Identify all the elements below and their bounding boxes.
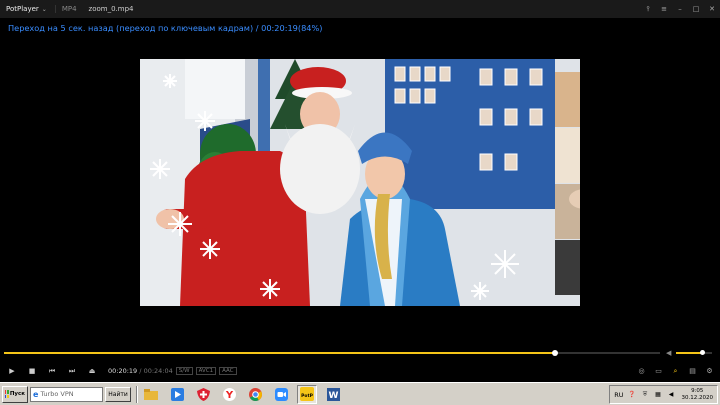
previous-icon[interactable]: ⏮ — [42, 363, 62, 379]
stop-icon[interactable]: ■ — [22, 363, 42, 379]
close-icon[interactable]: ✕ — [708, 5, 716, 13]
next-icon[interactable]: ⏭ — [62, 363, 82, 379]
seek-handle[interactable] — [552, 350, 559, 356]
media-player-icon[interactable] — [167, 385, 187, 404]
search-input[interactable]: e Turbo VPN — [30, 386, 103, 402]
playback-controls: ▶ ■ ⏮ ⏭ ⏏ 00:20:19 / 00:24:04 S/W AVC1 A… — [0, 362, 720, 380]
shield-icon[interactable]: ⛨ — [641, 390, 650, 399]
video-frame[interactable] — [140, 59, 580, 306]
3d-icon[interactable]: ◎ — [635, 365, 648, 378]
zoom-icon[interactable] — [271, 385, 291, 404]
file-name: zoom_0.mp4 — [88, 5, 134, 13]
volume-handle[interactable] — [699, 350, 705, 355]
volume-tray-icon[interactable]: ◀ — [667, 390, 676, 399]
chrome-icon[interactable] — [245, 385, 265, 404]
settings-icon[interactable]: ⚙ — [703, 365, 716, 378]
antivirus-icon[interactable] — [193, 385, 213, 404]
current-time: 00:20:19 — [108, 367, 138, 375]
help-icon[interactable]: ❓ — [628, 390, 637, 399]
windows-logo-icon — [5, 390, 9, 398]
yandex-browser-icon[interactable]: Y — [219, 385, 239, 404]
video-content — [140, 59, 580, 306]
taskbar-divider — [136, 385, 138, 403]
volume-track[interactable] — [676, 350, 712, 355]
file-explorer-icon[interactable] — [141, 385, 161, 404]
minimize-icon[interactable]: – — [676, 5, 684, 13]
system-tray: RU ❓ ⛨ ▦ ◀ 9:05 30.12.2020 — [609, 385, 718, 404]
network-icon[interactable]: ▦ — [654, 390, 663, 399]
chevron-down-icon: ⌄ — [41, 5, 47, 13]
svg-text:Y: Y — [224, 390, 233, 401]
language-indicator[interactable]: RU — [614, 391, 623, 399]
potplayer-icon[interactable]: PotP — [297, 384, 317, 404]
eject-icon[interactable]: ⏏ — [82, 363, 102, 379]
app-name: PotPlayer — [6, 5, 39, 13]
potplayer-window: PotPlayer ⌄ MP4 zoom_0.mp4 ⫯ ≡ – □ ✕ Пер… — [0, 0, 720, 405]
word-icon[interactable]: W — [323, 385, 343, 404]
start-button[interactable]: Пуск — [2, 385, 28, 403]
audio-codec-badge[interactable]: AAC — [219, 367, 237, 375]
right-controls: ◎ ▭ ⌕ ▤ ⚙ — [635, 362, 716, 380]
seek-progress — [4, 352, 556, 354]
speaker-icon[interactable]: ◀ — [666, 349, 671, 357]
video-codec-badge[interactable]: AVC1 — [195, 367, 217, 375]
maximize-icon[interactable]: □ — [692, 5, 700, 13]
search-placeholder: Turbo VPN — [40, 390, 74, 398]
renderer-badge[interactable]: S/W — [175, 367, 193, 375]
title-bar: PotPlayer ⌄ MP4 zoom_0.mp4 ⫯ ≡ – □ ✕ — [0, 0, 720, 18]
seek-track[interactable] — [4, 350, 660, 356]
app-menu-button[interactable]: PotPlayer ⌄ — [0, 5, 53, 13]
play-icon[interactable]: ▶ — [2, 363, 22, 379]
taskbar: Пуск e Turbo VPN Найти Y PotP W RU ❓ ⛨ ▦… — [0, 382, 720, 405]
duration: 00:24:04 — [143, 367, 173, 375]
volume-level — [676, 352, 702, 354]
osd-message: Переход на 5 сек. назад (переход по ключ… — [8, 23, 323, 33]
subtitle-icon[interactable]: ▭ — [652, 365, 665, 378]
window-controls: ⫯ ≡ – □ ✕ — [644, 0, 716, 18]
word-label: W — [328, 391, 338, 401]
playlist-icon[interactable]: ▤ — [686, 365, 699, 378]
find-button[interactable]: Найти — [105, 386, 131, 402]
clock-date: 30.12.2020 — [681, 394, 714, 401]
ie-icon: e — [33, 389, 39, 399]
search-icon[interactable]: ⌕ — [669, 365, 682, 378]
clock[interactable]: 9:05 30.12.2020 — [682, 388, 714, 402]
pin-icon[interactable]: ⫯ — [644, 5, 652, 14]
clock-time: 9:05 — [691, 387, 704, 394]
menu-icon[interactable]: ≡ — [660, 5, 668, 13]
potplayer-label: PotP — [301, 393, 314, 399]
volume-control[interactable]: ◀ — [666, 348, 716, 358]
seek-bar[interactable] — [0, 348, 720, 358]
start-label: Пуск — [9, 391, 25, 397]
time-separator: / — [139, 367, 142, 375]
time-display: 00:20:19 / 00:24:04 — [108, 367, 173, 375]
format-label: MP4 — [54, 5, 83, 13]
